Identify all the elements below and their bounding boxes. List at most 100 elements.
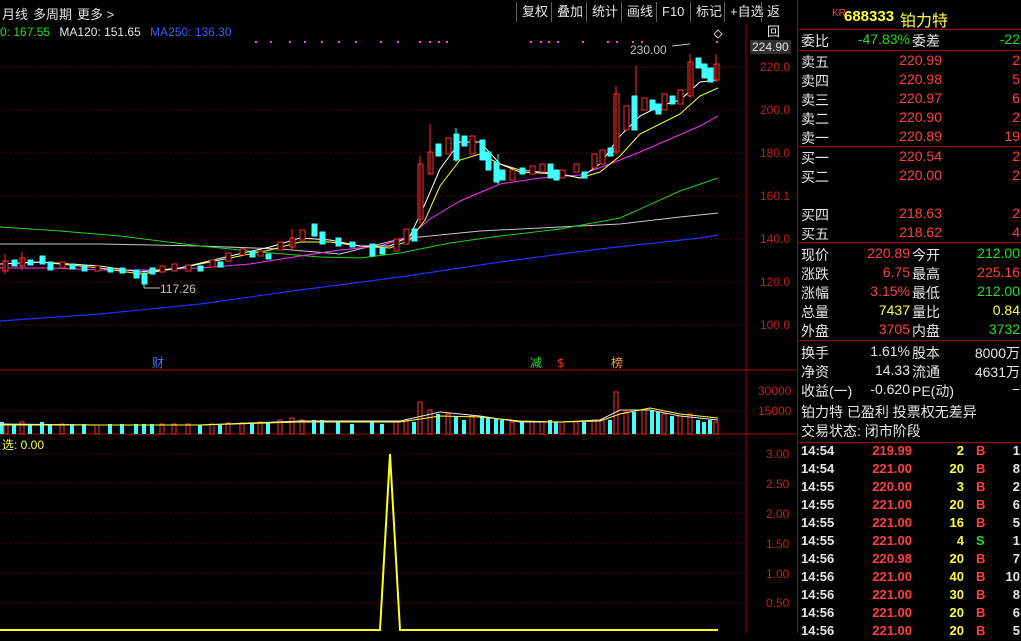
tick-volume: 2 xyxy=(956,443,964,458)
stock-code: 688333 xyxy=(844,8,895,25)
period-label[interactable]: 月线 xyxy=(2,4,28,23)
quote-value: 3.15% xyxy=(870,283,910,299)
more-button[interactable]: 更多 > xyxy=(77,4,114,23)
tick-volume: 30 xyxy=(949,587,964,602)
quote-label: 量比 xyxy=(912,304,940,320)
ask-row[interactable]: 卖二 220.90 2 xyxy=(798,109,1021,128)
fundamental-label: 股本 xyxy=(912,345,940,361)
ask-row[interactable]: 卖五 220.99 2 xyxy=(798,52,1021,71)
tick-price: 221.00 xyxy=(872,605,912,620)
fundamental-row: 换手 1.61% 股本 8000万 xyxy=(798,343,1021,362)
bid-row[interactable]: 买五 218.62 4 xyxy=(798,224,1021,243)
ask-row[interactable]: 卖四 220.98 5 xyxy=(798,71,1021,90)
tick-side: B xyxy=(976,551,986,566)
fundamental-value: − xyxy=(1011,381,1020,397)
tick-count: 10 xyxy=(1005,569,1020,584)
bid-label: 买四 xyxy=(801,207,829,223)
overlay-button[interactable]: 叠加 xyxy=(551,2,588,22)
tick-time: 14:56 xyxy=(801,623,835,638)
tick-side: B xyxy=(976,569,986,584)
weicha-value: -22 xyxy=(999,31,1020,47)
bid-price: 218.63 xyxy=(899,205,942,221)
tick-row: 14:55 221.00 20 B 6 xyxy=(798,497,1021,515)
status-line-text: 交易状态: 闭市阶段 xyxy=(801,423,921,439)
fundamental-label: PE(动) xyxy=(912,383,954,399)
tick-row: 14:55 221.00 4 S 1 xyxy=(798,533,1021,551)
event-mark-billboard[interactable]: 榜 xyxy=(611,355,623,370)
quote-row: 外盘 3705 内盘 3732 xyxy=(798,321,1021,340)
tick-time: 14:55 xyxy=(801,533,835,548)
quote-row: 涨幅 3.15% 最低 212.00 xyxy=(798,283,1021,302)
tick-price: 221.00 xyxy=(872,569,912,584)
tick-count: 2 xyxy=(1012,479,1020,494)
tick-count: 8 xyxy=(1012,461,1020,476)
statistics-button[interactable]: 统计 xyxy=(586,2,623,22)
ask-price: 220.97 xyxy=(899,90,942,106)
tick-price: 221.00 xyxy=(872,623,912,638)
tick-volume: 20 xyxy=(949,623,964,638)
event-mark-finance[interactable]: 财 xyxy=(152,356,164,370)
quote-label: 内盘 xyxy=(912,323,940,339)
bid-price: 220.00 xyxy=(899,167,942,183)
ask-volume: 6 xyxy=(1012,90,1020,106)
tick-price: 221.00 xyxy=(872,587,912,602)
tick-price: 221.00 xyxy=(872,515,912,530)
quote-value: 220.89 xyxy=(867,245,910,261)
ask-row[interactable]: 卖一 220.89 19 xyxy=(798,128,1021,147)
ask-volume: 5 xyxy=(1012,71,1020,87)
f10-button[interactable]: F10 xyxy=(656,2,689,22)
tick-volume: 20 xyxy=(949,461,964,476)
bid-row[interactable]: 买四 218.63 2 xyxy=(798,205,1021,224)
tick-price: 221.00 xyxy=(872,497,912,512)
event-mark-dollar[interactable]: $ xyxy=(557,356,565,370)
quote-label: 现价 xyxy=(801,247,829,263)
bid-label: 买五 xyxy=(801,226,829,242)
restore-rights-button[interactable]: 复权 xyxy=(516,2,553,22)
quote-value: 0.84 xyxy=(992,302,1020,318)
tick-row: 14:56 220.98 20 B 7 xyxy=(798,551,1021,569)
bid-volume: 2 xyxy=(1012,148,1020,164)
tick-time: 14:56 xyxy=(801,569,835,584)
tick-count: 5 xyxy=(1012,515,1020,530)
low-marker: 117.26 xyxy=(160,282,196,296)
quote-row: 涨跌 6.75 最高 225.16 xyxy=(798,264,1021,283)
tick-count: 5 xyxy=(1012,623,1020,638)
quote-value: 3705 xyxy=(878,321,910,337)
quote-label: 涨幅 xyxy=(801,285,829,301)
volume-bars xyxy=(0,391,719,435)
quote-value: 7437 xyxy=(878,302,910,318)
mark-button[interactable]: 标记 xyxy=(690,2,727,22)
kline-chart[interactable]: 230.00 117.26 财 减 $ 榜 xyxy=(0,24,796,633)
bid-volume: 2 xyxy=(1012,205,1020,221)
ask-price: 220.99 xyxy=(899,52,942,68)
tick-time: 14:56 xyxy=(801,551,835,566)
bid-label: 买二 xyxy=(801,169,829,185)
event-mark-reduce[interactable]: 减 xyxy=(530,356,542,370)
tick-side: B xyxy=(976,497,986,512)
bid-row[interactable]: 买二 220.00 2 xyxy=(798,167,1021,186)
stock-name: 铂力特 xyxy=(900,13,949,30)
multi-period-button[interactable]: 多周期 xyxy=(33,4,72,23)
quote-label: 今开 xyxy=(912,247,940,263)
fundamental-label: 换手 xyxy=(801,345,829,361)
tick-side: B xyxy=(976,515,986,530)
fundamental-value: 1.61% xyxy=(870,343,910,359)
back-button[interactable]: 返回 xyxy=(761,2,796,39)
tick-time: 14:56 xyxy=(801,587,835,602)
tick-row: 14:56 221.00 40 B 10 xyxy=(798,569,1021,587)
tick-time: 14:55 xyxy=(801,515,835,530)
ask-row[interactable]: 卖三 220.97 6 xyxy=(798,90,1021,109)
tick-row: 14:54 219.99 2 B 1 xyxy=(798,443,1021,461)
tick-side: B xyxy=(976,587,986,602)
quote-value: 225.16 xyxy=(977,264,1020,280)
bid-price: 218.62 xyxy=(899,224,942,240)
tick-row: 14:55 220.00 3 B 2 xyxy=(798,479,1021,497)
bid-label: 买一 xyxy=(801,150,829,166)
quote-label: 总量 xyxy=(801,304,829,320)
bid-row[interactable]: 买一 220.54 2 xyxy=(798,148,1021,167)
tick-volume: 20 xyxy=(949,497,964,512)
tick-side: B xyxy=(976,461,986,476)
chart-toolbar: 月线 多周期 更多 > 复权 叠加 统计 画线 F10 标记 +自选 返回 xyxy=(0,0,796,39)
draw-line-button[interactable]: 画线 xyxy=(621,2,658,22)
weibi-value: -47.83% xyxy=(857,31,910,47)
